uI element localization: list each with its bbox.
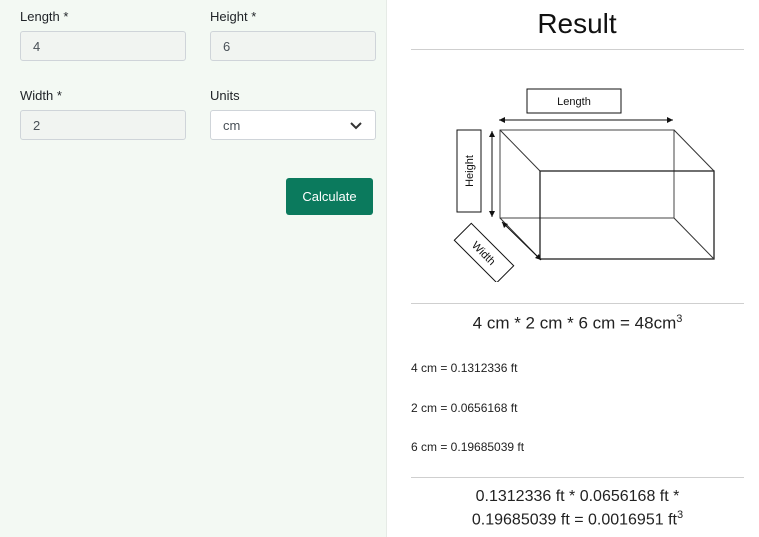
volume-equation: 4 cm * 2 cm * 6 cm = 48cm3 xyxy=(411,313,744,334)
width-label-box: Width xyxy=(453,222,515,282)
calculate-button[interactable]: Calculate xyxy=(286,178,373,215)
width-input[interactable] xyxy=(20,110,186,140)
units-select[interactable]: cm xyxy=(210,110,376,140)
feet-equation-line2: 0.19685039 ft = 0.0016951 ft xyxy=(471,511,677,529)
length-input[interactable] xyxy=(20,31,186,61)
result-title: Result xyxy=(537,8,617,39)
chevron-down-icon xyxy=(350,122,362,130)
volume-feet-equation: 0.1312336 ft * 0.0656168 ft * 0.19685039… xyxy=(411,487,744,529)
units-selected-value: cm xyxy=(223,117,241,133)
length-label-box: Length xyxy=(526,88,622,114)
height-label-box: Height xyxy=(456,129,482,213)
height-input[interactable] xyxy=(210,31,376,61)
divider-middle xyxy=(411,303,744,304)
conversion-length: 4 cm = 0.1312336 ft xyxy=(411,361,518,375)
diagram-height-text: Height xyxy=(464,155,476,187)
units-label: Units xyxy=(210,88,240,103)
result-panel: Result Length Height Width 4 cm * 2 cm *… xyxy=(387,0,759,537)
divider-top xyxy=(411,49,744,50)
height-label: Height * xyxy=(210,9,257,24)
feet-equation-line1: 0.1312336 ft * 0.0656168 ft * xyxy=(475,488,680,505)
feet-exponent: 3 xyxy=(676,509,684,521)
volume-equation-text: 4 cm * 2 cm * 6 cm = 48cm xyxy=(472,313,677,333)
conversion-width: 2 cm = 0.0656168 ft xyxy=(411,401,518,415)
divider-bottom xyxy=(411,477,744,478)
input-panel: Length * Height * Width * Units cm Calcu… xyxy=(0,0,387,537)
box-diagram: Length Height Width xyxy=(453,88,715,282)
diagram-length-text: Length xyxy=(557,96,591,108)
feet-equation-line2-wrap: 0.19685039 ft = 0.0016951 ft3 xyxy=(411,506,744,529)
conversion-height: 6 cm = 0.19685039 ft xyxy=(411,440,525,454)
volume-exponent: 3 xyxy=(676,313,683,325)
length-label: Length * xyxy=(20,9,69,24)
width-label: Width * xyxy=(20,88,62,103)
